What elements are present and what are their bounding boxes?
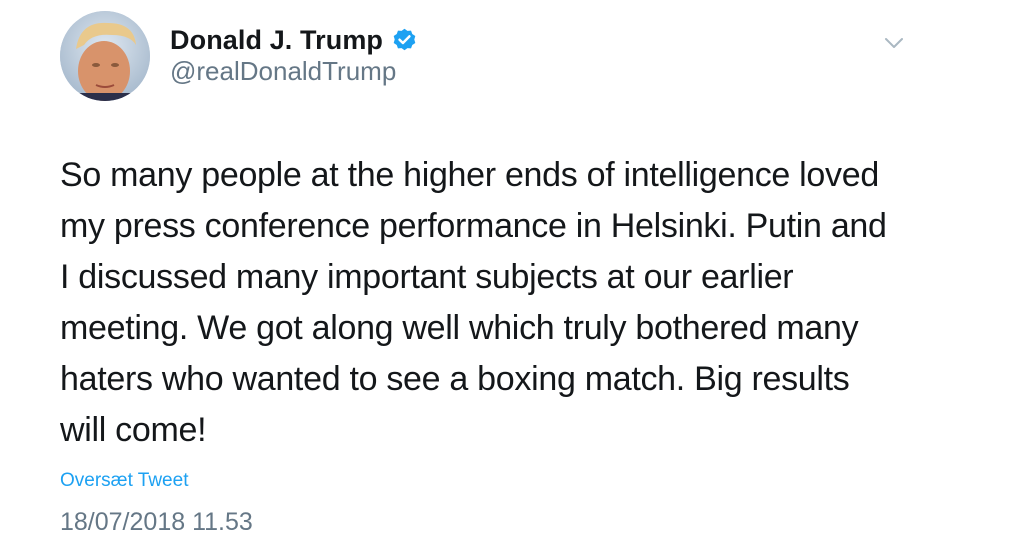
tweet-timestamp[interactable]: 18/07/2018 11.53 (60, 508, 253, 537)
author-display-name[interactable]: Donald J. Trump (170, 25, 383, 56)
author-name-row: Donald J. Trump (170, 24, 418, 56)
avatar-photo (60, 11, 150, 101)
translate-tweet-link[interactable]: Oversæt Tweet (60, 470, 188, 492)
verified-badge-icon (391, 27, 418, 54)
chevron-down-icon[interactable] (884, 36, 904, 50)
author-handle[interactable]: @realDonaldTrump (170, 56, 396, 87)
tweet-card: Donald J. Trump @realDonaldTrump So many… (0, 0, 1024, 552)
avatar[interactable] (60, 11, 150, 101)
tweet-text: So many people at the higher ends of int… (60, 156, 887, 449)
